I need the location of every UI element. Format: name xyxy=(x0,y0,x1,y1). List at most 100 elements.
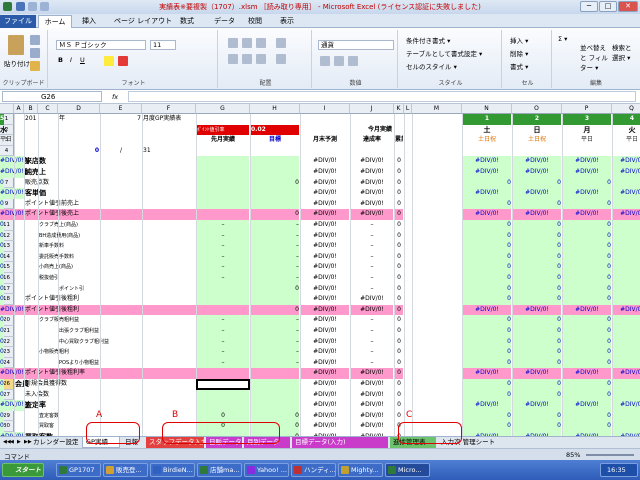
daily-value-cell[interactable]: 0 xyxy=(613,389,640,401)
cumulative-cell[interactable]: 0 xyxy=(395,347,403,358)
font-color-icon[interactable] xyxy=(118,56,128,66)
target-cell[interactable]: – xyxy=(251,315,299,326)
daily-value-cell[interactable]: 0 xyxy=(563,230,611,242)
daily-value-cell[interactable]: 0 xyxy=(513,283,561,295)
forecast-cell[interactable]: #DIV/0! xyxy=(301,284,349,295)
font-size-combo[interactable]: 11 xyxy=(150,40,176,50)
last-month-cell[interactable] xyxy=(197,400,249,411)
daily-value-cell[interactable]: 0 xyxy=(613,421,640,432)
daily-value-cell[interactable]: 0 xyxy=(613,336,640,348)
daily-value-cell[interactable]: 0 xyxy=(613,410,640,422)
daily-value-cell[interactable]: 0 xyxy=(463,251,511,263)
minimize-button[interactable]: ─ xyxy=(580,1,598,12)
daily-value-cell[interactable]: #DIV/0! xyxy=(513,167,561,178)
sub-metric-label[interactable]: 小商売上(商品) xyxy=(39,262,195,273)
cumulative-cell[interactable]: 0 xyxy=(395,315,403,326)
daily-value-cell[interactable]: 0 xyxy=(563,410,611,422)
achievement-rate-cell[interactable]: #DIV/0! xyxy=(351,178,393,189)
start-button[interactable]: スタート xyxy=(2,463,44,477)
cut-icon[interactable] xyxy=(30,35,40,45)
target-cell[interactable] xyxy=(251,379,299,390)
daily-value-cell[interactable]: #DIV/0! xyxy=(513,188,561,199)
bold-button[interactable]: B xyxy=(58,56,63,64)
cumulative-cell[interactable]: 0 xyxy=(395,156,403,167)
daily-value-cell[interactable]: 0 xyxy=(0,251,4,263)
tab-file[interactable]: ファイル xyxy=(0,15,36,28)
fill-color-icon[interactable] xyxy=(104,56,114,66)
daily-value-cell[interactable]: 0 xyxy=(463,273,511,284)
daily-value-cell[interactable]: 0 xyxy=(0,357,4,369)
daily-value-cell[interactable]: #DIV/0! xyxy=(513,156,561,167)
metric-label[interactable]: 査定率 xyxy=(25,400,195,411)
cumulative-cell[interactable]: 0 xyxy=(395,220,403,231)
formula-input[interactable] xyxy=(128,91,636,102)
progress-days[interactable]: 0 xyxy=(59,146,99,157)
month-days[interactable]: 31 xyxy=(143,146,195,157)
daily-value-cell[interactable]: 0 xyxy=(463,336,511,348)
taskbar-item[interactable]: Yahoo! ... xyxy=(244,463,289,477)
progress-slash[interactable]: / xyxy=(101,146,141,157)
find-select-button[interactable]: 検索と 選択 ▾ xyxy=(612,42,636,62)
achievement-rate-cell[interactable]: – xyxy=(351,337,393,348)
column-header-f[interactable]: F xyxy=(142,104,196,114)
column-header-g[interactable]: G xyxy=(196,104,250,114)
day-number[interactable]: 3 xyxy=(563,114,611,125)
column-title-k[interactable]: 累計 xyxy=(395,135,403,146)
cumulative-cell[interactable]: 0 xyxy=(395,241,403,252)
taskbar-item[interactable]: Mighty... xyxy=(338,463,383,477)
cumulative-cell[interactable]: 0 xyxy=(395,368,403,379)
sub-metric-label[interactable]: BH造成費用(商品) xyxy=(39,231,195,242)
sub-metric-label[interactable]: 小物販売粗利 xyxy=(39,347,195,358)
align-right-icon[interactable] xyxy=(256,54,266,64)
column-title-h[interactable]: 目標 xyxy=(251,135,299,146)
daily-value-cell[interactable]: #DIV/0! xyxy=(613,188,640,199)
daily-value-cell[interactable]: #DIV/0! xyxy=(463,209,511,220)
achievement-rate-cell[interactable]: #DIV/0! xyxy=(351,188,393,199)
forecast-cell[interactable]: #DIV/0! xyxy=(301,167,349,178)
column-header-d[interactable]: D xyxy=(58,104,100,114)
metric-label[interactable]: ポイント値引後粗利 xyxy=(25,305,195,316)
day-type[interactable]: 平日 xyxy=(613,135,640,146)
daily-value-cell[interactable]: 0 xyxy=(463,326,511,337)
taskbar-item[interactable]: GP1707 xyxy=(56,463,101,477)
daily-value-cell[interactable]: 0 xyxy=(513,273,561,284)
achievement-rate-cell[interactable]: – xyxy=(351,284,393,295)
daily-value-cell[interactable]: 0 xyxy=(563,357,611,369)
metric-label[interactable]: ポイント値引前売上 xyxy=(25,199,195,210)
daily-value-cell[interactable]: 0 xyxy=(463,220,511,231)
daily-value-cell[interactable]: 0 xyxy=(0,421,4,432)
daily-value-cell[interactable]: #DIV/0! xyxy=(613,368,640,379)
daily-value-cell[interactable]: #DIV/0! xyxy=(463,368,511,379)
day-type[interactable]: 平日 xyxy=(563,135,611,146)
daily-value-cell[interactable]: #DIV/0! xyxy=(0,304,24,316)
sheet-tab[interactable]: カレンダー設定 xyxy=(30,437,80,448)
daily-value-cell[interactable]: #DIV/0! xyxy=(463,304,511,316)
target-cell[interactable] xyxy=(251,188,299,199)
cumulative-cell[interactable]: 0 xyxy=(395,304,403,316)
target-cell[interactable]: – xyxy=(251,273,299,284)
daily-value-cell[interactable]: 0 xyxy=(513,230,561,242)
daily-value-cell[interactable]: #DIV/0! xyxy=(563,167,611,178)
daily-value-cell[interactable]: 0 xyxy=(613,241,640,252)
daily-value-cell[interactable]: #DIV/0! xyxy=(463,167,511,178)
daily-value-cell[interactable]: 0 xyxy=(563,326,611,337)
daily-value-cell[interactable]: 0 xyxy=(613,294,640,305)
close-button[interactable]: ✕ xyxy=(618,1,638,12)
cumulative-cell[interactable]: 0 xyxy=(395,262,403,273)
achievement-rate-cell[interactable]: #DIV/0! xyxy=(351,400,393,411)
achievement-rate-cell[interactable]: #DIV/0! xyxy=(351,411,393,422)
achievement-rate-cell[interactable]: #DIV/0! xyxy=(351,294,393,305)
autosum-button[interactable]: Σ ▾ xyxy=(558,35,567,43)
achievement-rate-cell[interactable]: – xyxy=(351,347,393,358)
daily-value-cell[interactable]: 0 xyxy=(613,283,640,295)
target-cell[interactable] xyxy=(251,389,299,401)
cumulative-cell[interactable]: 0 xyxy=(395,326,403,337)
point-rate-label[interactable]: ﾎﾟｲﾝﾄ値引率 xyxy=(197,124,249,136)
sort-filter-button[interactable]: 並べ替えと フィルター ▾ xyxy=(580,42,612,72)
column-header-m[interactable]: M xyxy=(412,104,462,114)
tab-data[interactable]: データ xyxy=(210,15,239,28)
zoom-level[interactable]: 85% xyxy=(566,451,580,459)
daily-value-cell[interactable]: 0 xyxy=(0,198,4,210)
forecast-cell[interactable]: #DIV/0! xyxy=(301,188,349,199)
achievement-rate-cell[interactable]: – xyxy=(351,326,393,337)
